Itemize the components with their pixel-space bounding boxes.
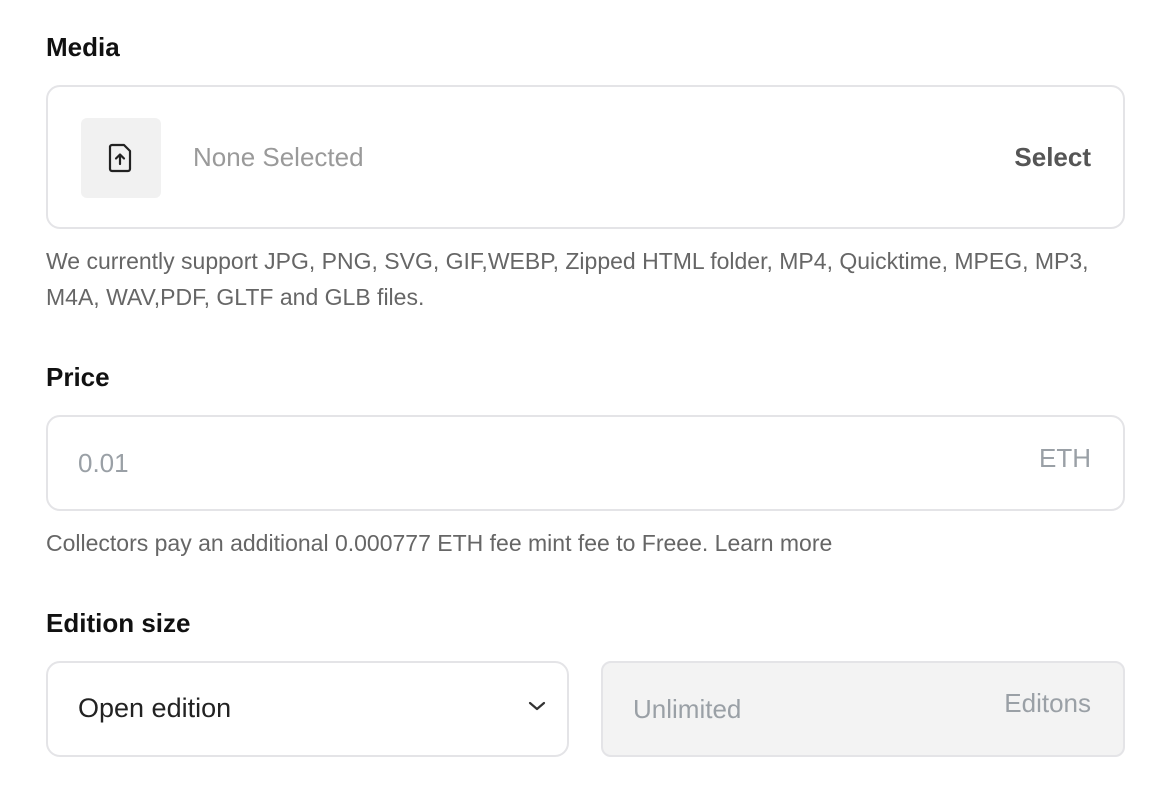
- price-label: Price: [46, 362, 110, 392]
- select-media-button[interactable]: Select: [1014, 142, 1091, 173]
- media-label: Media: [46, 32, 120, 62]
- media-file-name: None Selected: [193, 142, 364, 172]
- chevron-down-icon: [527, 699, 547, 717]
- price-input[interactable]: [78, 445, 978, 481]
- price-help-text: Collectors pay an additional 0.000777 ET…: [46, 530, 833, 556]
- price-field-box: ETH: [46, 415, 1125, 511]
- price-unit: ETH: [1039, 443, 1091, 473]
- edition-amount-field: Editons: [601, 661, 1125, 757]
- edition-type-value: Open edition: [78, 693, 232, 723]
- media-upload-box[interactable]: None Selected Select: [46, 85, 1125, 229]
- file-upload-icon[interactable]: [81, 118, 161, 198]
- edition-size-label: Edition size: [46, 608, 191, 638]
- edition-amount-unit: Editons: [1004, 688, 1091, 718]
- media-help-text: We currently support JPG, PNG, SVG, GIF,…: [46, 248, 1089, 310]
- edition-amount-input[interactable]: [633, 691, 973, 727]
- edition-type-select[interactable]: Open edition: [46, 661, 569, 757]
